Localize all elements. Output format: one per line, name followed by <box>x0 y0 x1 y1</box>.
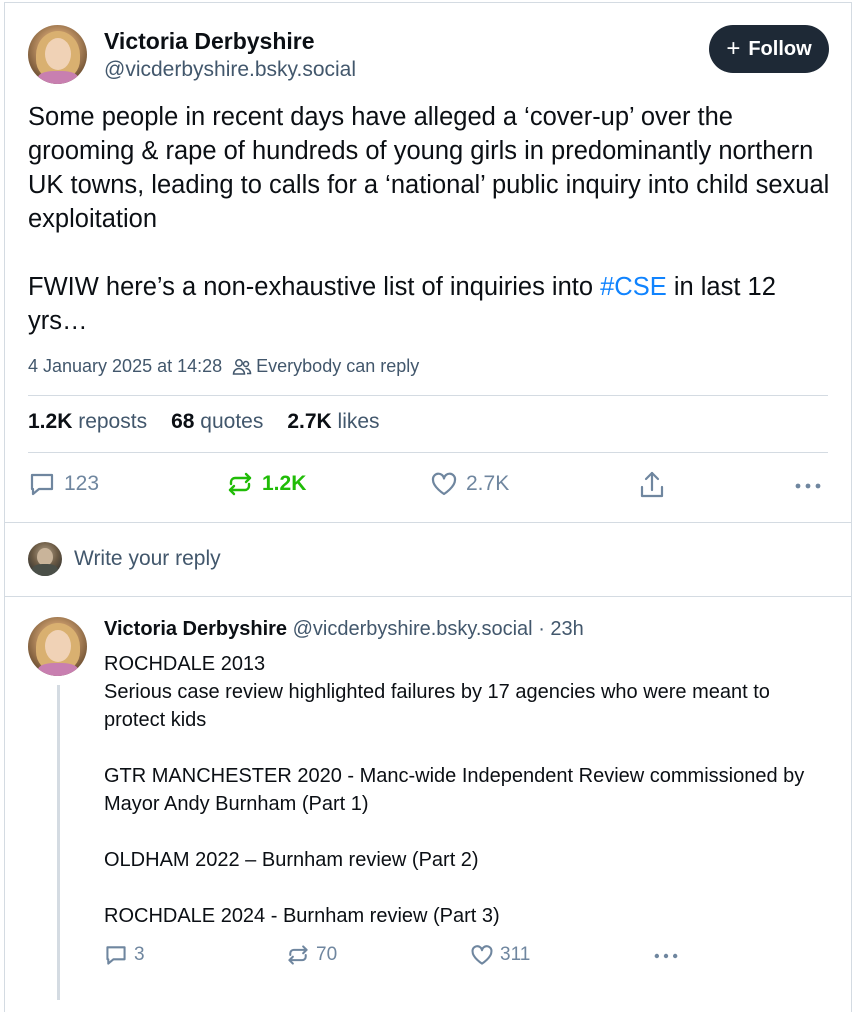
repost-icon <box>228 472 252 496</box>
share-button[interactable] <box>638 470 666 500</box>
reply-author-name[interactable]: Victoria Derbyshire <box>104 618 287 640</box>
reply-count: 123 <box>64 472 100 495</box>
post-text: Some people in recent days have alleged … <box>28 100 838 338</box>
share-icon <box>640 471 664 498</box>
follow-button[interactable]: + Follow <box>709 25 829 73</box>
divider <box>28 395 828 396</box>
likes-stat[interactable]: 2.7K likes <box>287 410 379 434</box>
like-button[interactable]: 2.7K <box>430 470 509 498</box>
speech-bubble-icon <box>106 946 126 965</box>
reply-header: Victoria Derbyshire @vicderbyshire.bsky.… <box>104 618 584 641</box>
reply-setting: Everybody can reply <box>232 356 419 377</box>
people-icon <box>232 358 252 375</box>
divider <box>4 522 852 523</box>
divider <box>28 452 828 453</box>
reply-setting-label: Everybody can reply <box>256 356 420 376</box>
reply-separator: · <box>538 618 545 640</box>
reply-repost-button[interactable]: 70 <box>286 943 337 967</box>
more-options-button[interactable] <box>793 474 823 498</box>
speech-bubble-icon <box>30 473 54 496</box>
heart-icon <box>471 945 493 965</box>
reply-reply-count: 3 <box>134 944 145 965</box>
reply-composer[interactable]: Write your reply <box>28 541 221 577</box>
more-icon <box>795 483 821 489</box>
repost-button[interactable]: 1.2K <box>226 470 306 498</box>
reply-author-handle[interactable]: @vicderbyshire.bsky.social <box>293 618 533 640</box>
current-user-avatar <box>28 542 62 576</box>
plus-icon: + <box>726 35 741 62</box>
reply-text: ROCHDALE 2013 Serious case review highli… <box>104 653 805 927</box>
repost-count: 1.2K <box>262 472 307 495</box>
reply-actions: 3 70 311 <box>104 943 704 971</box>
post-text-part1: Some people in recent days have alleged … <box>28 103 830 301</box>
reply-placeholder[interactable]: Write your reply <box>74 547 221 571</box>
reposts-stat[interactable]: 1.2K reposts <box>28 410 147 434</box>
divider <box>4 596 852 597</box>
reply-like-count: 311 <box>500 944 531 965</box>
heart-icon <box>431 472 457 496</box>
post-actions: 123 1.2K 2.7K <box>28 470 828 504</box>
hashtag-link[interactable]: #CSE <box>600 273 667 301</box>
reply-reply-button[interactable]: 3 <box>104 943 145 967</box>
quotes-stat[interactable]: 68 quotes <box>171 410 263 434</box>
reply-button[interactable]: 123 <box>28 470 99 498</box>
more-icon <box>654 953 678 959</box>
like-count: 2.7K <box>466 472 510 495</box>
author-display-name[interactable]: Victoria Derbyshire <box>104 28 315 55</box>
reply-author-avatar[interactable] <box>28 617 87 676</box>
thread-line <box>57 685 60 1000</box>
reply-more-options-button[interactable] <box>652 945 680 967</box>
reply-like-button[interactable]: 311 <box>470 943 530 967</box>
reply-age[interactable]: 23h <box>550 618 583 640</box>
follow-label: Follow <box>748 37 812 60</box>
post-stats: 1.2K reposts 68 quotes 2.7K likes <box>28 410 380 434</box>
reply-repost-count: 70 <box>316 944 338 965</box>
repost-icon <box>288 945 308 965</box>
author-handle[interactable]: @vicderbyshire.bsky.social <box>104 58 356 82</box>
author-avatar[interactable] <box>28 25 87 84</box>
post-meta: 4 January 2025 at 14:28 Everybody can re… <box>28 356 419 377</box>
post-timestamp[interactable]: 4 January 2025 at 14:28 <box>28 356 222 377</box>
